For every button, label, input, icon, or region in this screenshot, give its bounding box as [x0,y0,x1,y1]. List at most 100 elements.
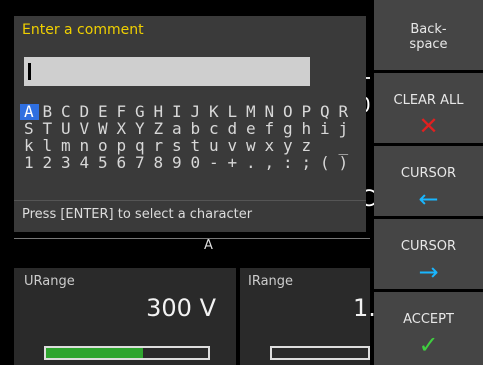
backspace-label: Back- space [409,22,448,52]
char-key[interactable]: i [316,121,335,137]
char-key[interactable]: P [298,104,317,120]
hint-text: Press [ENTER] to select a character [22,207,253,222]
char-key[interactable]: D [76,104,95,120]
hint-divider [14,200,366,201]
char-key[interactable]: B [39,104,58,120]
urange-panel[interactable]: URange 300 V [14,268,236,365]
char-key[interactable]: 4 [76,155,95,171]
char-key[interactable]: 6 [113,155,132,171]
irange-value: 1. [353,294,376,322]
char-key[interactable]: Q [316,104,335,120]
char-key[interactable]: b [187,121,206,137]
char-key[interactable]: N [261,104,280,120]
char-key[interactable]: c [205,121,224,137]
char-key[interactable]: Z [150,121,169,137]
char-key[interactable]: : [279,155,298,171]
char-key[interactable]: x [261,138,280,154]
char-key[interactable]: R [335,104,354,120]
char-key[interactable]: J [187,104,206,120]
arrow-left-icon: ← [418,185,439,213]
clear-x-icon: ✕ [418,112,439,140]
char-key[interactable]: - [205,155,224,171]
accept-button[interactable]: ACCEPT ✓ [374,292,483,365]
text-cursor [28,63,31,80]
char-key[interactable]: a [168,121,187,137]
char-key[interactable]: H [150,104,169,120]
char-key[interactable]: 3 [57,155,76,171]
clear-all-label: CLEAR ALL [393,93,464,108]
divider [14,238,370,239]
char-key[interactable]: j [335,121,354,137]
char-key[interactable]: E [94,104,113,120]
char-key[interactable]: d [224,121,243,137]
char-key[interactable]: 9 [168,155,187,171]
char-key[interactable]: , [261,155,280,171]
char-key[interactable]: e [242,121,261,137]
cursor-right-label: CURSOR [400,239,457,254]
char-key[interactable]: X [113,121,132,137]
char-key[interactable]: 2 [39,155,58,171]
char-key[interactable]: p [113,138,132,154]
char-key[interactable]: ; [298,155,317,171]
clear-all-button[interactable]: CLEAR ALL ✕ [374,73,483,144]
char-key[interactable]: n [76,138,95,154]
char-key[interactable]: h [298,121,317,137]
cursor-left-button[interactable]: CURSOR ← [374,146,483,217]
char-key[interactable]: r [150,138,169,154]
char-key[interactable]: t [187,138,206,154]
char-key[interactable]: Y [131,121,150,137]
char-key[interactable]: s [168,138,187,154]
urange-label: URange [24,274,75,289]
char-key[interactable]: K [205,104,224,120]
char-key[interactable]: G [131,104,150,120]
char-key[interactable]: 7 [131,155,150,171]
char-key[interactable]: M [242,104,261,120]
char-key[interactable]: L [224,104,243,120]
char-key[interactable]: W [94,121,113,137]
char-key[interactable]: O [279,104,298,120]
irange-bar [270,346,370,360]
char-key[interactable]: F [113,104,132,120]
char-key[interactable]: q [131,138,150,154]
char-key[interactable]: ) [335,155,354,171]
char-key[interactable]: I [168,104,187,120]
char-key[interactable]: T [39,121,58,137]
char-key[interactable]: S [20,121,39,137]
char-key[interactable] [316,138,335,154]
char-key[interactable]: w [242,138,261,154]
char-key[interactable]: v [224,138,243,154]
char-key[interactable]: _ [335,138,354,154]
char-key[interactable]: C [57,104,76,120]
char-key[interactable]: . [242,155,261,171]
char-key[interactable]: ( [316,155,335,171]
char-key[interactable]: V [76,121,95,137]
comment-dialog: Enter a comment ABCDEFGHIJKLMNOPQRSTUVWX… [14,16,366,232]
urange-bar-fill [46,348,143,358]
char-key[interactable]: u [205,138,224,154]
cursor-right-button[interactable]: CURSOR → [374,219,483,290]
char-key[interactable]: z [298,138,317,154]
char-key[interactable]: y [279,138,298,154]
char-key[interactable]: 8 [150,155,169,171]
char-key[interactable]: + [224,155,243,171]
dialog-title: Enter a comment [22,22,144,38]
backspace-button[interactable]: Back- space [374,0,483,71]
char-key[interactable]: l [39,138,58,154]
char-key[interactable]: g [279,121,298,137]
irange-panel[interactable]: IRange 1. [240,268,376,365]
comment-input[interactable] [24,57,310,86]
char-key[interactable]: o [94,138,113,154]
char-key[interactable]: f [261,121,280,137]
char-key[interactable]: U [57,121,76,137]
char-key[interactable]: A [20,104,39,120]
char-row: ABCDEFGHIJKLMNOPQR [20,104,353,120]
char-key[interactable]: k [20,138,39,154]
char-key[interactable]: 0 [187,155,206,171]
char-key[interactable]: m [57,138,76,154]
char-key[interactable]: 5 [94,155,113,171]
character-grid[interactable]: ABCDEFGHIJKLMNOPQRSTUVWXYZabcdefghijklmn… [14,104,366,184]
urange-bar [44,346,210,360]
softkey-panel: Back- space CLEAR ALL ✕ CURSOR ← CURSOR … [374,0,483,365]
char-key[interactable]: 1 [20,155,39,171]
accept-label: ACCEPT [403,312,454,327]
